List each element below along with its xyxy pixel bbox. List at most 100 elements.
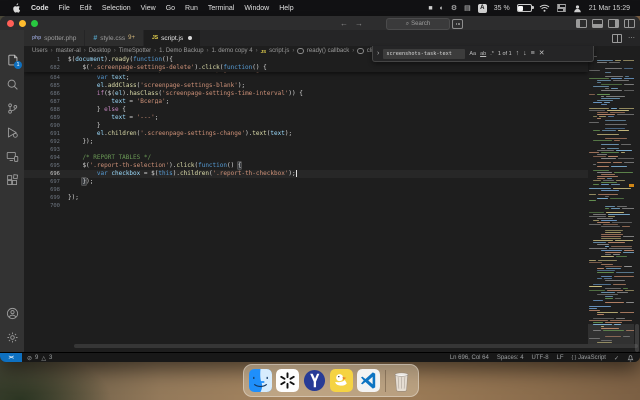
close-window-button[interactable]	[7, 19, 14, 27]
code-line-697[interactable]: 697 });	[24, 178, 588, 186]
line-number[interactable]: 694	[24, 154, 68, 162]
menubar-app-icon-4[interactable]: ▤	[464, 5, 471, 12]
encoding[interactable]: UTF-8	[532, 355, 549, 361]
toggle-replace-icon[interactable]: ›	[377, 50, 379, 57]
user-icon[interactable]	[573, 4, 582, 13]
problems-status[interactable]: ⊘ 9 △ 3	[27, 355, 52, 362]
menu-item-run[interactable]: Run	[185, 5, 198, 12]
code-line-694[interactable]: 694 /* REPORT TABLES */	[24, 154, 588, 162]
code-line-682[interactable]: 682 $('.screenpage-settings-delete').cli…	[24, 64, 588, 72]
toggle-primary-sidebar-icon[interactable]	[576, 18, 587, 28]
extensions-icon[interactable]	[0, 168, 24, 192]
command-center-search[interactable]: ⌕ Search	[386, 18, 450, 30]
tab-spotter-php[interactable]: php spotter.php	[24, 30, 86, 46]
breadcrumb-item[interactable]: 1. demo copy 4	[212, 48, 253, 54]
line-number[interactable]: 696	[24, 170, 68, 178]
previous-match-icon[interactable]: ↑	[516, 50, 520, 57]
yandex-browser-dock-icon[interactable]	[302, 368, 326, 393]
zoom-window-button[interactable]	[31, 19, 38, 27]
apple-icon[interactable]	[12, 2, 21, 14]
menu-item-edit[interactable]: Edit	[80, 5, 92, 12]
line-number[interactable]: 685	[24, 82, 68, 90]
chatgpt-dock-icon[interactable]	[275, 368, 299, 393]
minimap[interactable]	[588, 56, 634, 344]
copilot-icon[interactable]	[452, 19, 463, 29]
breadcrumb-item[interactable]: Desktop	[89, 48, 111, 54]
line-number[interactable]: 698	[24, 186, 68, 194]
tab-style-css[interactable]: # style.css 9+	[85, 30, 145, 46]
settings-gear-icon[interactable]	[0, 325, 24, 349]
match-case-icon[interactable]: Aa	[469, 51, 476, 57]
run-debug-icon[interactable]	[0, 120, 24, 144]
menubar-app-icon-2[interactable]: ◐	[440, 5, 444, 12]
find-in-selection-icon[interactable]: ≡	[531, 50, 535, 57]
code-line-690[interactable]: 690 }	[24, 122, 588, 130]
language-mode[interactable]: { } JavaScript	[572, 355, 606, 361]
indentation[interactable]: Spaces: 4	[497, 355, 524, 361]
line-number[interactable]: 688	[24, 106, 68, 114]
menu-item-terminal[interactable]: Terminal	[208, 5, 234, 12]
menubar-app-icon-3[interactable]: ⚙	[451, 5, 457, 12]
source-control-icon[interactable]	[0, 96, 24, 120]
code-line-692[interactable]: 692 });	[24, 138, 588, 146]
breadcrumb-item[interactable]: Users	[32, 48, 48, 54]
breadcrumb-item[interactable]: master-al	[56, 48, 81, 54]
modified-dot-icon[interactable]	[188, 36, 193, 40]
toggle-secondary-sidebar-icon[interactable]	[608, 18, 619, 28]
tab-script-js[interactable]: JS script.js	[144, 30, 202, 46]
code-line-693[interactable]: 693	[24, 146, 588, 154]
vertical-scrollbar[interactable]	[634, 56, 640, 352]
code-line-687[interactable]: 687 text = 'Всегда';	[24, 98, 588, 106]
finder-dock-icon[interactable]	[248, 368, 272, 393]
explorer-icon[interactable]: 1	[0, 48, 24, 72]
battery-icon[interactable]	[516, 4, 534, 12]
minimap-slider[interactable]	[588, 324, 634, 344]
menubar-app-icon-1[interactable]: ■	[428, 5, 432, 12]
trash-dock-icon[interactable]	[390, 368, 414, 393]
clock[interactable]: 21 Mar 15:29	[589, 5, 630, 12]
line-number[interactable]: 682	[24, 64, 68, 72]
wifi-icon[interactable]	[539, 4, 550, 12]
line-number[interactable]: 687	[24, 98, 68, 106]
code-line-700[interactable]: 700	[24, 202, 588, 210]
input-source-icon[interactable]: A	[477, 3, 487, 13]
line-number[interactable]: 1	[24, 56, 68, 64]
whole-word-icon[interactable]: ab	[480, 51, 486, 57]
minimize-window-button[interactable]	[19, 19, 26, 27]
line-number[interactable]: 689	[24, 114, 68, 122]
code-line-684[interactable]: 684 var text;	[24, 74, 588, 82]
more-actions-icon[interactable]: ⋯	[628, 34, 635, 42]
title-bar[interactable]: ← → ⌕ Search	[0, 16, 640, 30]
menu-item-go[interactable]: Go	[166, 5, 175, 12]
code-editor[interactable]: 683 var el = $(this).parents('.screenpag…	[24, 56, 640, 352]
cursor-position[interactable]: Ln 696, Col 64	[450, 355, 489, 361]
menu-item-help[interactable]: Help	[279, 5, 293, 12]
toggle-panel-icon[interactable]	[592, 18, 603, 28]
breadcrumb-item[interactable]: script.js	[269, 48, 289, 54]
menu-item-code[interactable]: Code	[31, 5, 49, 12]
split-editor-icon[interactable]	[612, 33, 622, 43]
line-number[interactable]: 699	[24, 194, 68, 202]
cyberduck-dock-icon[interactable]	[330, 368, 354, 393]
horizontal-scrollbar[interactable]	[74, 344, 638, 348]
code-line-696[interactable]: 696 var checkbox = $(this).children('.re…	[24, 170, 588, 178]
line-number[interactable]: 692	[24, 138, 68, 146]
close-find-icon[interactable]: ✕	[539, 50, 545, 57]
find-input[interactable]: screenshots-task-text	[383, 48, 466, 59]
navigate-forward-icon[interactable]: →	[355, 19, 363, 28]
menu-item-view[interactable]: View	[141, 5, 156, 12]
line-number[interactable]: 690	[24, 122, 68, 130]
breadcrumb-item[interactable]: ready() callback	[307, 48, 349, 54]
notifications-bell-icon[interactable]	[627, 354, 634, 362]
regex-icon[interactable]: .*	[490, 51, 494, 57]
formatter-icon[interactable]: ✓	[614, 355, 619, 362]
code-line-695[interactable]: 695 $('.report-th-selection').click(func…	[24, 162, 588, 170]
code-line-699[interactable]: 699});	[24, 194, 588, 202]
line-number[interactable]: 700	[24, 202, 68, 210]
line-number[interactable]: 691	[24, 130, 68, 138]
remote-indicator[interactable]: ><	[0, 353, 22, 362]
code-line-698[interactable]: 698	[24, 186, 588, 194]
menu-item-window[interactable]: Window	[244, 5, 269, 12]
vscode-dock-icon[interactable]	[357, 368, 381, 393]
code-line-685[interactable]: 685 el.addClass('screenpage-settings-bla…	[24, 82, 588, 90]
